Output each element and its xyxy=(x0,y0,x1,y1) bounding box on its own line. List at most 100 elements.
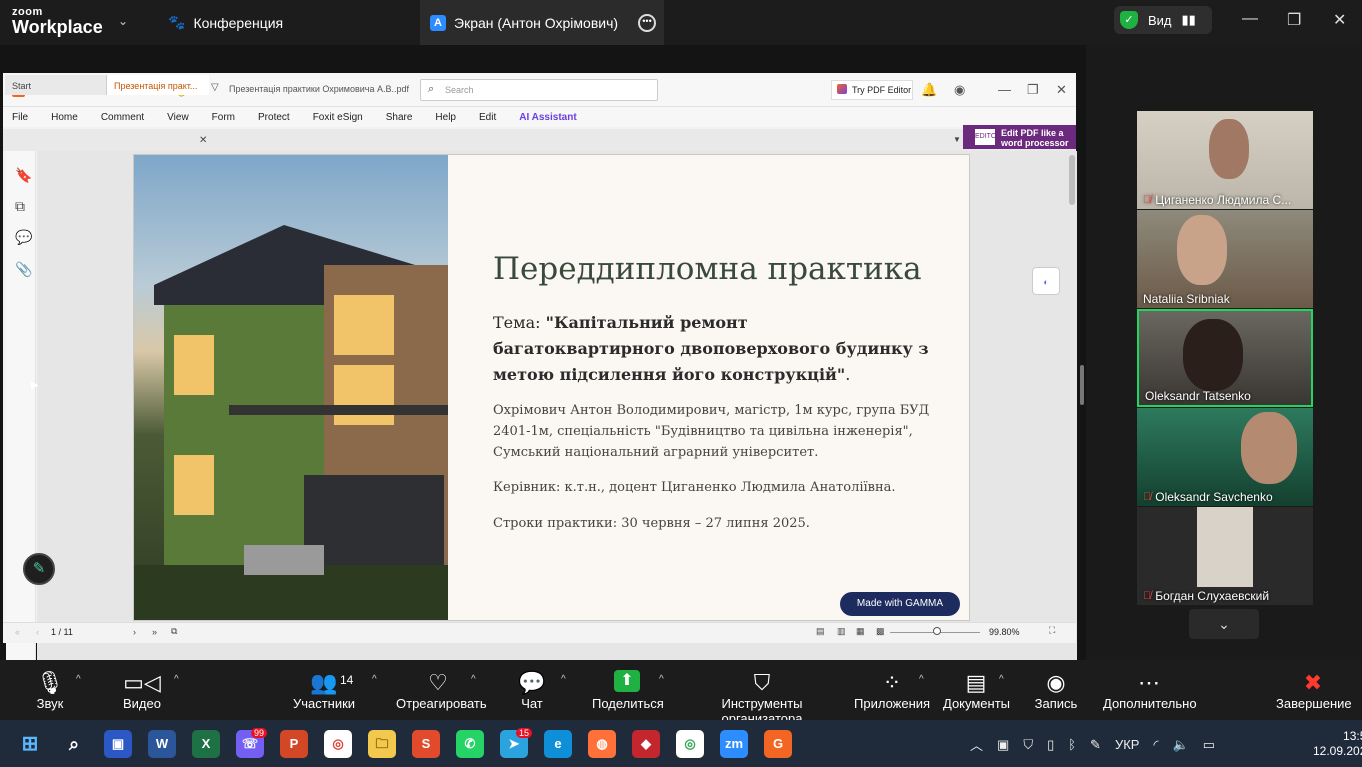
chat-button[interactable]: 💬 Чат xyxy=(517,670,547,711)
menu-form[interactable]: Form xyxy=(212,112,235,123)
participant-tile[interactable]: 🎙̸ Циганенко Людмила С... xyxy=(1137,111,1313,209)
view-button[interactable]: ✓ Вид ▮▮ xyxy=(1114,6,1212,34)
zoom-icon[interactable]: zm xyxy=(720,730,748,758)
whatsapp-icon[interactable]: ✆ xyxy=(456,730,484,758)
last-page-icon[interactable]: » xyxy=(152,627,157,637)
meeting-tab[interactable]: 🐾 Конференция xyxy=(168,14,283,31)
tab-start[interactable]: Start xyxy=(5,75,107,95)
zoom-value[interactable]: 99.80% xyxy=(989,627,1020,637)
participants-caret[interactable]: ^ xyxy=(372,674,377,685)
anydesk-icon[interactable]: ◆ xyxy=(632,730,660,758)
prev-page-icon[interactable]: ‹ xyxy=(36,627,39,637)
monitor-icon[interactable]: ▣ xyxy=(997,737,1009,753)
powerpoint-icon[interactable]: P xyxy=(280,730,308,758)
record-button[interactable]: ◉ Запись xyxy=(1033,670,1079,711)
menu-help[interactable]: Help xyxy=(435,112,456,123)
screen-share-tab[interactable]: A Экран (Антон Охрімович) ••• xyxy=(420,0,664,45)
annotate-pen-icon[interactable]: ✎ xyxy=(23,553,55,585)
bluetooth-icon[interactable]: ᛒ xyxy=(1068,737,1076,752)
first-page-icon[interactable]: « xyxy=(15,627,20,637)
video-button[interactable]: ▭◁ Видео xyxy=(118,670,166,711)
tab-presentation[interactable]: Презентація практ... xyxy=(107,75,209,95)
word-icon[interactable]: W xyxy=(148,730,176,758)
bookmark-icon[interactable]: 🔖 xyxy=(15,167,32,184)
minimize-icon[interactable]: — xyxy=(1242,10,1258,28)
pen-icon[interactable]: ✎ xyxy=(1090,737,1101,753)
clock[interactable]: 13:59 12.09.2025 xyxy=(1313,729,1362,759)
zoom-slider-thumb[interactable] xyxy=(933,627,941,635)
search-input[interactable]: Search xyxy=(420,79,658,101)
close-icon[interactable]: ✕ xyxy=(1333,10,1346,30)
scrollbar[interactable] xyxy=(1069,155,1075,205)
language-indicator[interactable]: УКР xyxy=(1115,737,1140,752)
share-screen-button[interactable]: ⬆ Поделиться xyxy=(592,670,664,711)
slides-icon[interactable]: S xyxy=(412,730,440,758)
audio-options-caret[interactable]: ^ xyxy=(76,674,81,685)
bell-icon[interactable]: 🔔 xyxy=(921,82,937,98)
usb-icon[interactable]: ▯ xyxy=(1047,737,1054,753)
menu-esign[interactable]: Foxit eSign xyxy=(313,112,363,123)
search-icon[interactable]: ⌕ xyxy=(60,730,88,758)
close-icon[interactable]: ✕ xyxy=(1056,82,1067,98)
chevron-down-icon[interactable]: ⌄ xyxy=(118,14,128,28)
save-app-icon[interactable]: ▣ xyxy=(104,730,132,758)
end-meeting-button[interactable]: ✖ Завершение xyxy=(1276,670,1352,711)
restore-icon[interactable]: ❐ xyxy=(1287,10,1301,30)
menu-comment[interactable]: Comment xyxy=(101,112,144,123)
page-indicator[interactable]: 1 / 11 xyxy=(51,627,129,640)
expand-panel-icon[interactable]: ▶ xyxy=(31,380,39,391)
comment-icon[interactable]: 💬 xyxy=(15,229,32,246)
foxit-icon[interactable]: G xyxy=(764,730,792,758)
menu-protect[interactable]: Protect xyxy=(258,112,290,123)
volume-icon[interactable]: 🔈 xyxy=(1173,737,1189,753)
react-button[interactable]: ♡ Отреагировать xyxy=(396,670,487,711)
pages-icon[interactable]: ⧉ xyxy=(15,198,25,215)
participant-tile[interactable]: 🎙̸ Богдан Слухаевский xyxy=(1137,507,1313,605)
host-tools-button[interactable]: ⛉ Инструменты организатора xyxy=(684,670,840,726)
gamma-badge[interactable]: Made with GAMMA xyxy=(840,592,960,616)
fullscreen-icon[interactable]: ⛶ xyxy=(1049,625,1055,636)
battery-icon[interactable]: ▭ xyxy=(1203,737,1215,753)
participant-tile-active[interactable]: Oleksandr Tatsenko xyxy=(1137,309,1313,407)
menu-file[interactable]: File xyxy=(12,112,28,123)
share-caret[interactable]: ^ xyxy=(659,674,664,685)
security-icon[interactable]: ⛉ xyxy=(1023,737,1033,753)
menu-edit[interactable]: Edit xyxy=(479,112,496,123)
react-caret[interactable]: ^ xyxy=(471,674,476,685)
participant-tile[interactable]: Nataliia Sribniak xyxy=(1137,210,1313,308)
participant-tile[interactable]: 🎙̸ Oleksandr Savchenko xyxy=(1137,408,1313,506)
close-tab-icon[interactable]: ✕ xyxy=(199,135,207,146)
menu-home[interactable]: Home xyxy=(51,112,78,123)
audio-button[interactable]: 🎙 Звук xyxy=(30,670,70,711)
more-button[interactable]: ⋯ Дополнительно xyxy=(1103,670,1197,711)
chrome-profile-icon[interactable]: ◎ xyxy=(676,730,704,758)
dropdown-icon[interactable]: ▽ xyxy=(211,82,219,93)
tab-list-icon[interactable]: ▼ xyxy=(953,135,961,144)
wifi-icon[interactable]: ◜ xyxy=(1153,737,1158,753)
panel-splitter[interactable] xyxy=(1080,365,1084,405)
chrome-icon[interactable]: ◎ xyxy=(324,730,352,758)
chevron-down-icon[interactable]: ⌄ xyxy=(1189,609,1259,639)
chat-caret[interactable]: ^ xyxy=(561,674,566,685)
next-page-icon[interactable]: › xyxy=(133,627,136,637)
windows-start-icon[interactable]: ⊞ xyxy=(16,730,44,758)
docs-caret[interactable]: ^ xyxy=(999,674,1004,685)
excel-icon[interactable]: X xyxy=(192,730,220,758)
more-options-icon[interactable]: ••• xyxy=(638,13,656,32)
video-options-caret[interactable]: ^ xyxy=(174,674,179,685)
minimize-icon[interactable]: — xyxy=(998,82,1011,97)
restore-icon[interactable]: ❐ xyxy=(1027,82,1039,98)
read-aloud-icon[interactable]: ◐ xyxy=(1032,267,1060,295)
menu-share[interactable]: Share xyxy=(386,112,413,123)
edge-icon[interactable]: e xyxy=(544,730,572,758)
attachment-icon[interactable]: 📎 xyxy=(15,261,32,278)
grid-icon[interactable]: ▩ xyxy=(876,626,885,637)
account-icon[interactable]: ◉ xyxy=(954,82,965,98)
continuous-page-icon[interactable]: ▥ xyxy=(837,626,846,637)
firefox-icon[interactable]: ◍ xyxy=(588,730,616,758)
single-page-icon[interactable]: ▤ xyxy=(816,626,825,637)
folder-icon[interactable]: 🗀 xyxy=(368,730,396,758)
copy-icon[interactable]: ⧉ xyxy=(171,626,177,637)
two-page-icon[interactable]: ▦ xyxy=(856,626,865,637)
menu-ai-assistant[interactable]: AI Assistant xyxy=(519,112,576,123)
